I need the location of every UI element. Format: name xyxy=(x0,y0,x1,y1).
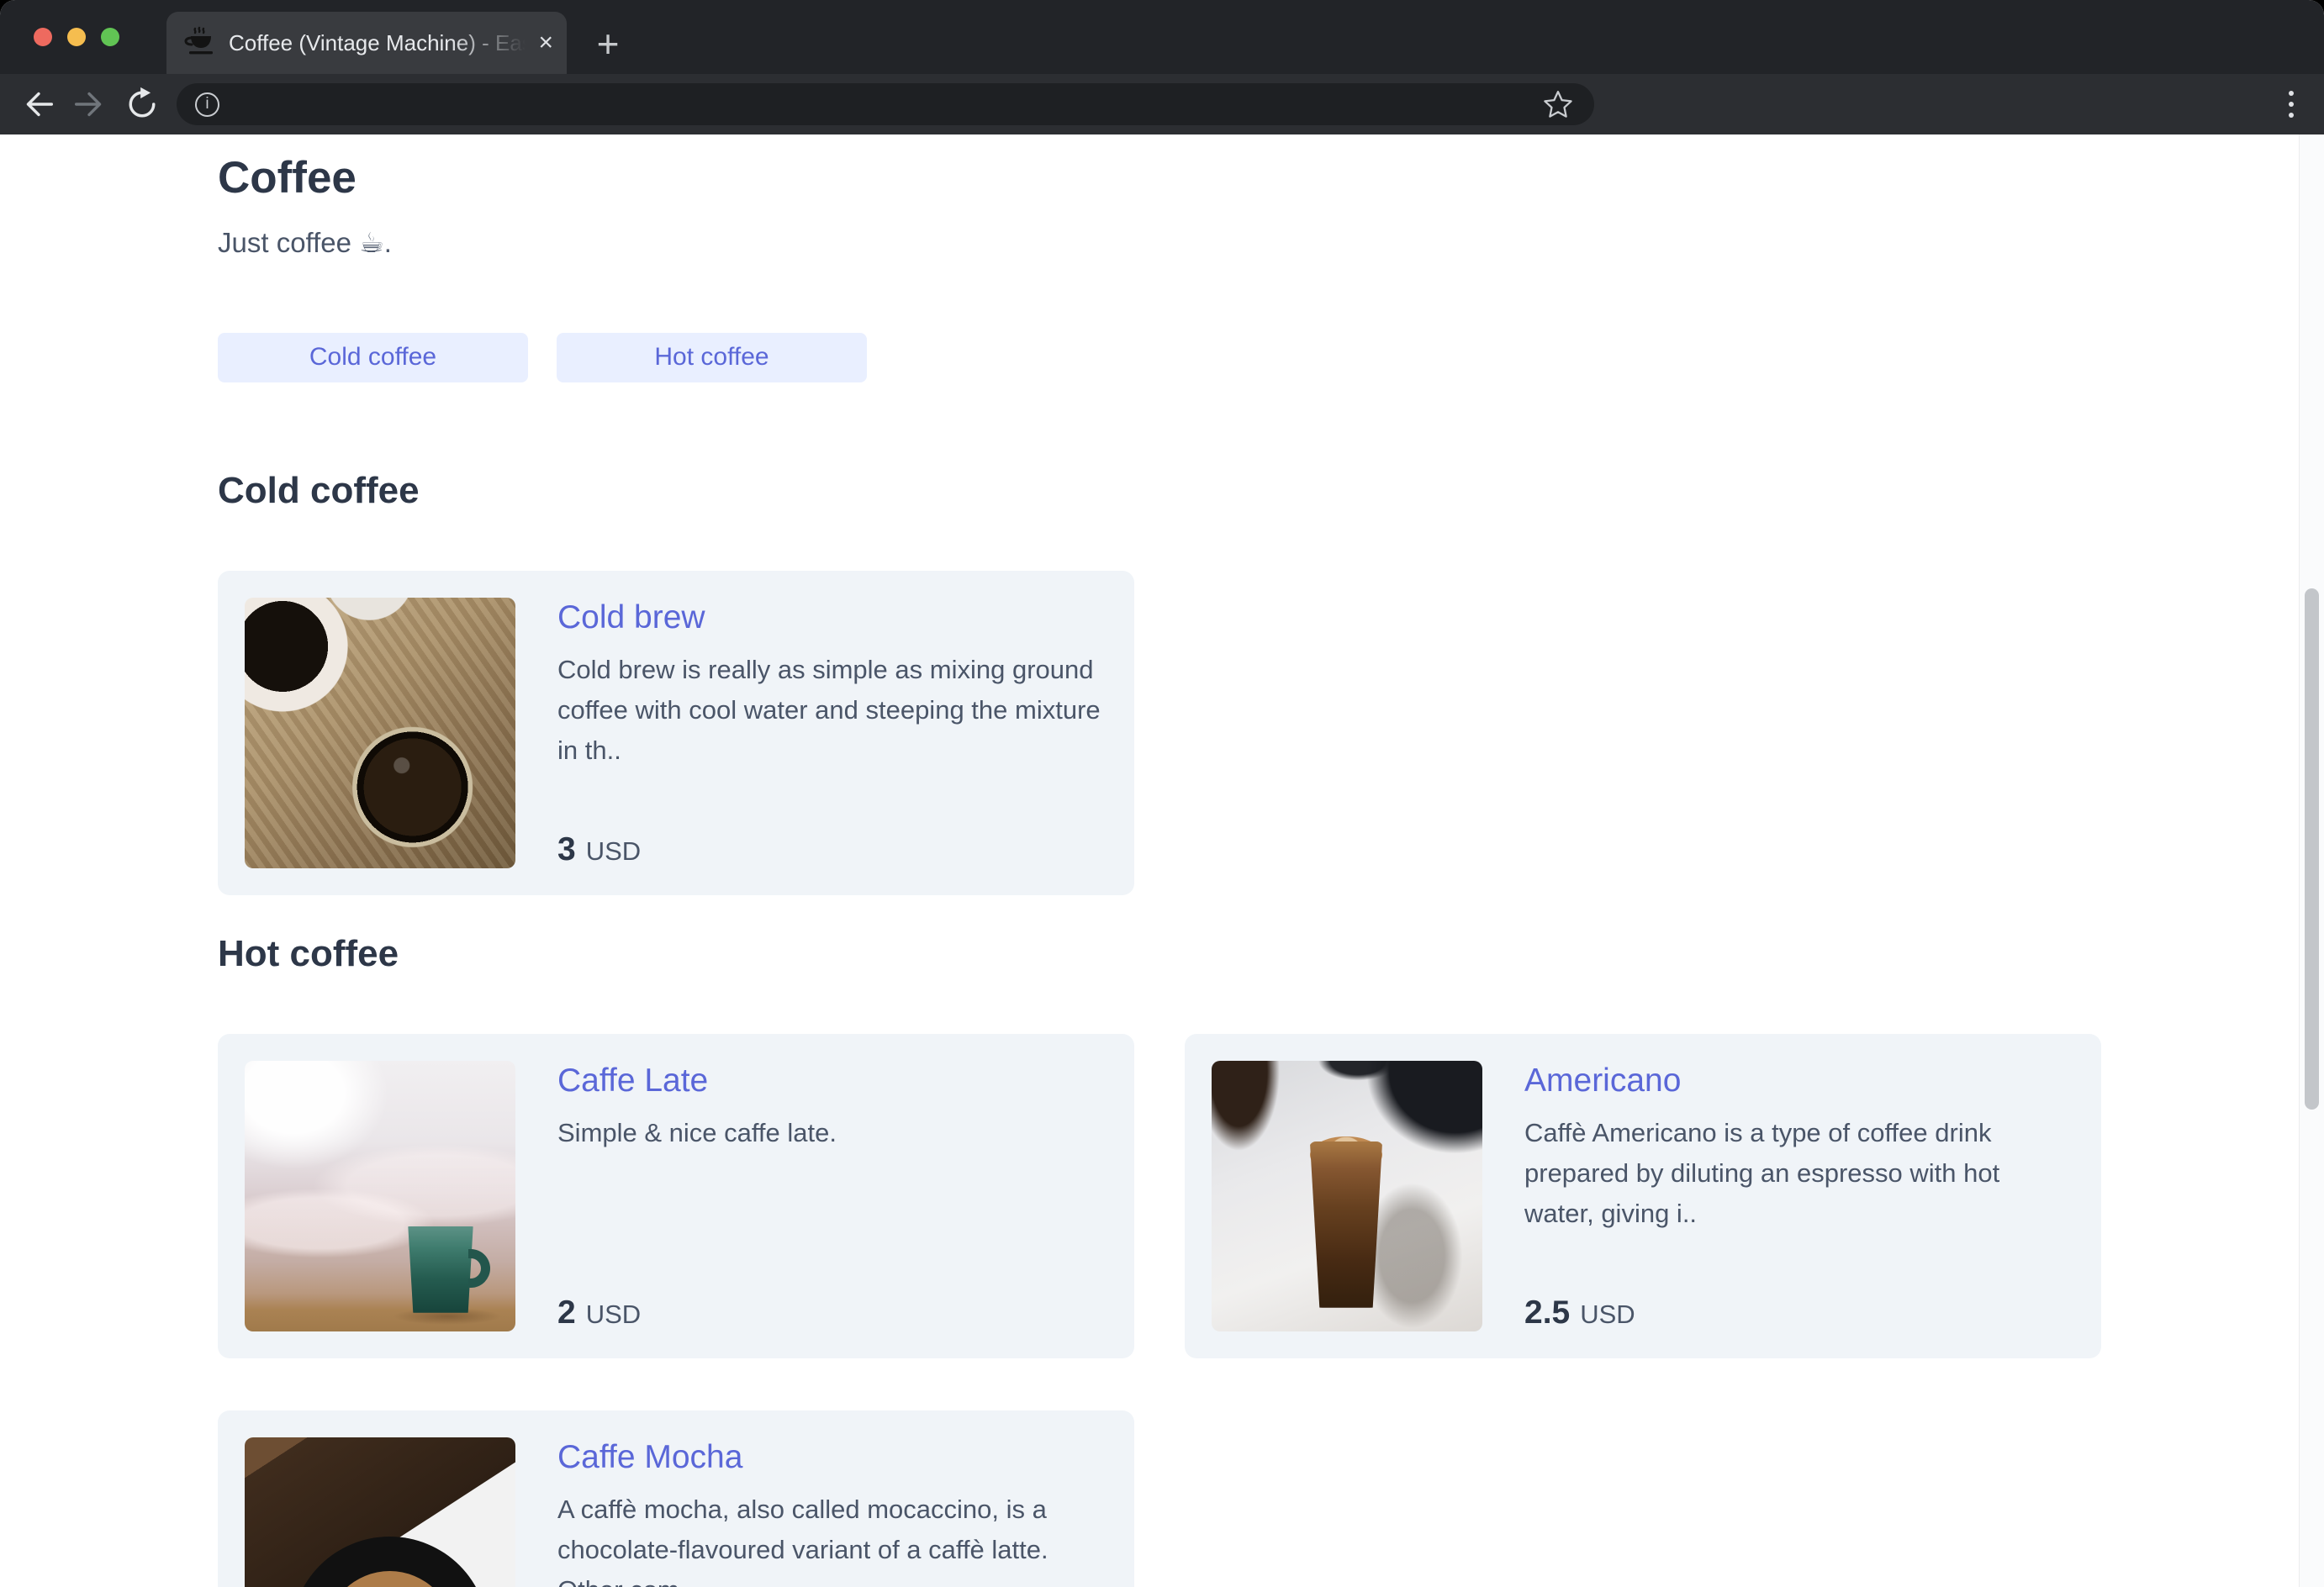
price-amount: 2.5 xyxy=(1524,1294,1571,1331)
product-title-link[interactable]: Americano xyxy=(1524,1061,2074,1100)
page-title: Coffee xyxy=(218,153,357,203)
menu-dot-icon xyxy=(2289,113,2294,118)
price-currency: USD xyxy=(585,836,642,866)
section-heading: Hot coffee xyxy=(218,932,399,974)
product-title-link[interactable]: Caffe Late xyxy=(557,1061,1107,1100)
photo-mug-shape xyxy=(408,1226,473,1313)
section-hot-coffee: Hot coffee Caffe Late Simple & nice caff… xyxy=(218,895,2324,1587)
product-card-caffe-late[interactable]: Caffe Late Simple & nice caffe late. 2 U… xyxy=(218,1033,1134,1358)
product-grid: Cold brew Cold brew is really as simple … xyxy=(218,570,2324,895)
product-image-caffe-late xyxy=(245,1060,515,1331)
url-bar[interactable]: i xyxy=(177,83,1594,125)
product-price: 3 USD xyxy=(557,831,1107,868)
product-description: Cold brew is really as simple as mixing … xyxy=(557,654,1101,765)
browser-menu-button[interactable] xyxy=(2282,84,2300,124)
forward-button[interactable] xyxy=(64,80,116,129)
price-amount: 2 xyxy=(557,1294,576,1331)
price-currency: USD xyxy=(1580,1299,1635,1329)
product-card-cold-brew[interactable]: Cold brew Cold brew is really as simple … xyxy=(218,570,1134,895)
page-content: Coffee Just coffee ☕. Cold coffee Hot co… xyxy=(0,134,2324,1587)
product-price: 2.5 USD xyxy=(1524,1294,2074,1331)
price-currency: USD xyxy=(585,1299,642,1329)
reload-icon xyxy=(129,87,156,118)
browser-tab[interactable]: Coffee (Vintage Machine) - Eas × xyxy=(166,12,567,74)
filter-buttons: Cold coffee Hot coffee xyxy=(218,332,2324,382)
forward-arrow-icon xyxy=(74,92,102,117)
product-card-caffe-mocha[interactable]: Caffe Mocha A caffè mocha, also called m… xyxy=(218,1410,1134,1587)
menu-dot-icon xyxy=(2289,102,2294,107)
tab-close-button[interactable]: × xyxy=(538,30,553,55)
reload-button[interactable] xyxy=(116,80,168,129)
star-icon xyxy=(1544,90,1572,118)
product-title-link[interactable]: Caffe Mocha xyxy=(557,1437,1107,1477)
product-card-body: Caffe Late Simple & nice caffe late. 2 U… xyxy=(557,1061,1107,1331)
back-arrow-icon xyxy=(26,92,54,117)
window-close-button[interactable] xyxy=(34,28,52,46)
coffee-cup-favicon xyxy=(184,26,213,55)
tab-title: Coffee (Vintage Machine) - Eas xyxy=(229,29,533,55)
product-description: Caffè Americano is a type of coffee drin… xyxy=(1524,1117,2000,1228)
section-cold-coffee: Cold coffee Cold brew Cold brew is reall… xyxy=(218,432,2324,895)
product-image-cold-brew xyxy=(245,597,515,868)
new-tab-button[interactable]: + xyxy=(582,18,634,70)
photo-mug-handle-shape xyxy=(468,1248,490,1288)
photo-glass-shape xyxy=(1309,1141,1383,1308)
product-card-body: Americano Caffè Americano is a type of c… xyxy=(1524,1061,2074,1331)
product-card-body: Cold brew Cold brew is really as simple … xyxy=(557,598,1107,868)
site-info-icon[interactable]: i xyxy=(195,92,219,117)
bookmark-button[interactable] xyxy=(1540,87,1576,122)
product-grid: Caffe Late Simple & nice caffe late. 2 U… xyxy=(218,1033,2324,1587)
product-card-body: Caffe Mocha A caffè mocha, also called m… xyxy=(557,1437,1107,1587)
page-scrollbar-track[interactable] xyxy=(2299,134,2324,1587)
product-description: A caffè mocha, also called mocaccino, is… xyxy=(557,1494,1048,1587)
section-heading: Cold coffee xyxy=(218,469,420,511)
window-minimize-button[interactable] xyxy=(67,28,86,46)
window-zoom-button[interactable] xyxy=(101,28,119,46)
price-amount: 3 xyxy=(557,830,576,867)
product-title-link[interactable]: Cold brew xyxy=(557,598,1107,637)
product-price: 2 USD xyxy=(557,1294,1107,1331)
page-scrollbar-thumb[interactable] xyxy=(2305,588,2319,1110)
browser-window: Coffee (Vintage Machine) - Eas × + i Cof… xyxy=(0,0,2324,1587)
product-image-americano xyxy=(1212,1060,1482,1331)
back-button[interactable] xyxy=(12,80,64,129)
product-card-americano[interactable]: Americano Caffè Americano is a type of c… xyxy=(1185,1033,2101,1358)
window-controls xyxy=(34,28,119,46)
product-description: Simple & nice caffe late. xyxy=(557,1117,837,1147)
menu-dot-icon xyxy=(2289,91,2294,96)
filter-button-hot-coffee[interactable]: Hot coffee xyxy=(557,332,867,382)
product-image-caffe-mocha xyxy=(245,1437,515,1587)
tab-strip: Coffee (Vintage Machine) - Eas × + xyxy=(0,0,2324,74)
filter-button-cold-coffee[interactable]: Cold coffee xyxy=(218,332,528,382)
page-subtitle: Just coffee ☕. xyxy=(218,226,392,258)
browser-toolbar: i xyxy=(0,74,2324,134)
